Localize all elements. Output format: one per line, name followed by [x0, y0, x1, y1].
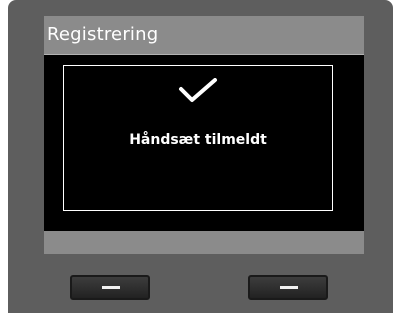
dash-icon: [102, 286, 120, 289]
checkmark-icon: [179, 78, 217, 102]
screen-title: Registrering: [47, 24, 159, 45]
softkey-label-bar: [44, 231, 364, 254]
right-softkey-button[interactable]: [248, 275, 328, 300]
left-softkey-button[interactable]: [70, 275, 150, 300]
status-message: Håndsæt tilmeldt: [129, 132, 267, 148]
display-screen: Registrering Håndsæt tilmeldt: [44, 16, 364, 254]
confirmation-dialog: Håndsæt tilmeldt: [63, 65, 333, 211]
title-bar: Registrering: [44, 16, 364, 55]
phone-device: Registrering Håndsæt tilmeldt: [8, 0, 393, 313]
dash-icon: [280, 286, 298, 289]
content-area: Håndsæt tilmeldt: [44, 55, 364, 231]
